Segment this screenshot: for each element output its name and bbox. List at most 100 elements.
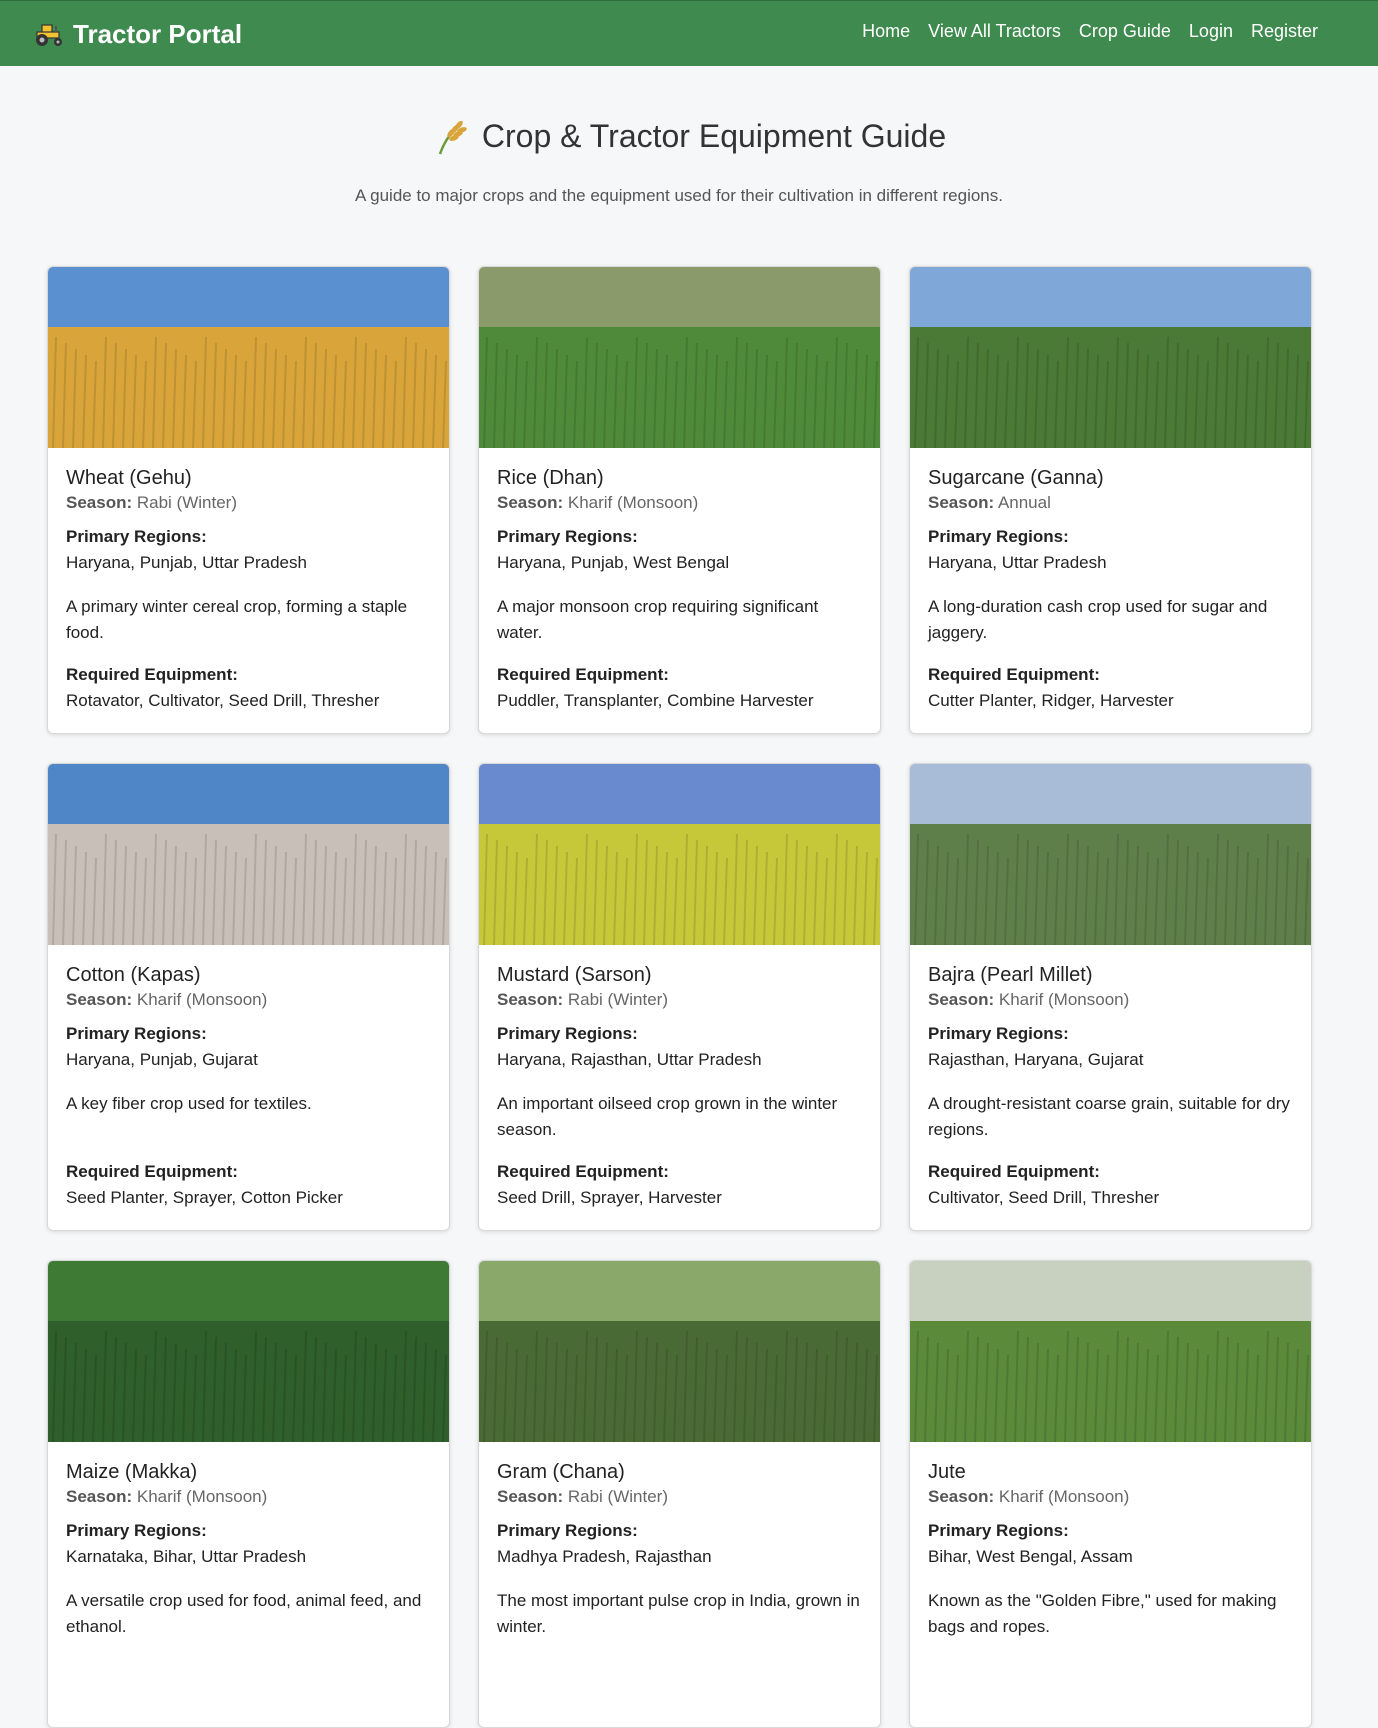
equipment-value: Puddler, Transplanter, Combine Harvester xyxy=(497,691,814,710)
equipment-value: Rotavator, Cultivator, Seed Drill, Thres… xyxy=(66,691,380,710)
page-subtitle: A guide to major crops and the equipment… xyxy=(355,186,1003,205)
regions-label: Primary Regions: xyxy=(497,1521,638,1540)
crop-season: Season: Rabi (Winter) xyxy=(497,989,862,1011)
season-value: Kharif (Monsoon) xyxy=(136,990,268,1009)
equipment-label: Required Equipment: xyxy=(928,665,1100,684)
nav-register-link[interactable]: Register xyxy=(1251,21,1318,42)
rice-stalk-icon xyxy=(438,120,467,155)
equipment-value: Cultivator, Seed Drill, Thresher xyxy=(928,1188,1160,1207)
season-label: Season: xyxy=(928,1487,995,1506)
regions-value: Haryana, Punjab, West Bengal xyxy=(497,553,730,572)
nav-login-link[interactable]: Login xyxy=(1189,21,1233,42)
brand-name: Tractor Portal xyxy=(73,18,243,49)
crop-description: A major monsoon crop requiring significa… xyxy=(497,597,819,642)
regions-value: Haryana, Rajasthan, Uttar Pradesh xyxy=(497,1050,762,1069)
season-value: Kharif (Monsoon) xyxy=(567,493,699,512)
cotton-plant-image xyxy=(48,764,449,945)
jute-field-image xyxy=(910,1261,1311,1442)
crop-name: Mustard (Sarson) xyxy=(497,964,652,986)
crop-season: Season: Kharif (Monsoon) xyxy=(66,1486,431,1508)
regions-label: Primary Regions: xyxy=(66,527,207,546)
crop-season: Season: Kharif (Monsoon) xyxy=(928,1486,1293,1508)
crop-name: Cotton (Kapas) xyxy=(66,964,201,986)
rice-paddy-image xyxy=(479,267,880,448)
equipment-value: Seed Drill, Sprayer, Harvester xyxy=(497,1188,722,1207)
season-label: Season: xyxy=(66,1487,133,1506)
crop-card-body: Maize (Makka) Season: Kharif (Monsoon) P… xyxy=(48,1442,449,1640)
sugarcane-field-image xyxy=(910,267,1311,448)
crop-name: Wheat (Gehu) xyxy=(66,467,192,489)
crop-card: Mustard (Sarson) Season: Rabi (Winter) P… xyxy=(478,763,881,1231)
regions-value: Bihar, West Bengal, Assam xyxy=(928,1547,1133,1566)
pearl-millet-image xyxy=(910,764,1311,945)
crop-card: Maize (Makka) Season: Kharif (Monsoon) P… xyxy=(47,1260,450,1728)
regions-value: Rajasthan, Haryana, Gujarat xyxy=(928,1050,1144,1069)
crop-description: An important oilseed crop grown in the w… xyxy=(497,1094,838,1139)
gram-field-image xyxy=(479,1261,880,1442)
crop-description: A long-duration cash crop used for sugar… xyxy=(928,597,1268,642)
season-value: Kharif (Monsoon) xyxy=(998,990,1130,1009)
top-navbar: Tractor Portal Home View All Tractors Cr… xyxy=(0,0,1378,66)
crop-card: Wheat (Gehu) Season: Rabi (Winter) Prima… xyxy=(47,266,450,734)
crop-season: Season: Rabi (Winter) xyxy=(66,492,431,514)
regions-label: Primary Regions: xyxy=(66,1521,207,1540)
mustard-field-image xyxy=(479,764,880,945)
equipment-value: Seed Planter, Sprayer, Cotton Picker xyxy=(66,1188,343,1207)
equipment-label: Required Equipment: xyxy=(66,665,238,684)
page-title: Crop & Tractor Equipment Guide xyxy=(0,116,1378,156)
crop-description: Known as the "Golden Fibre," used for ma… xyxy=(928,1591,1277,1636)
crop-name: Jute xyxy=(928,1461,966,1483)
wheat-field-image xyxy=(48,267,449,448)
regions-value: Haryana, Uttar Pradesh xyxy=(928,553,1107,572)
season-value: Kharif (Monsoon) xyxy=(998,1487,1130,1506)
crop-season: Season: Kharif (Monsoon) xyxy=(497,492,862,514)
regions-value: Haryana, Punjab, Uttar Pradesh xyxy=(66,553,307,572)
season-label: Season: xyxy=(497,493,564,512)
regions-label: Primary Regions: xyxy=(928,527,1069,546)
crop-description: The most important pulse crop in India, … xyxy=(497,1591,860,1636)
season-label: Season: xyxy=(928,990,995,1009)
season-label: Season: xyxy=(66,990,133,1009)
regions-label: Primary Regions: xyxy=(928,1024,1069,1043)
crop-card: Cotton (Kapas) Season: Kharif (Monsoon) … xyxy=(47,763,450,1231)
nav-all-tractors-link[interactable]: View All Tractors xyxy=(928,21,1061,42)
crop-card-body: Gram (Chana) Season: Rabi (Winter) Prima… xyxy=(479,1442,880,1640)
crop-card: Sugarcane (Ganna) Season: Annual Primary… xyxy=(909,266,1312,734)
crop-card-body: Sugarcane (Ganna) Season: Annual Primary… xyxy=(910,448,1311,714)
regions-value: Karnataka, Bihar, Uttar Pradesh xyxy=(66,1547,307,1566)
nav-home-link[interactable]: Home xyxy=(862,21,910,42)
brand-logo[interactable]: Tractor Portal xyxy=(33,18,242,50)
nav-links: Home View All Tractors Crop Guide Login … xyxy=(862,21,1318,42)
season-value: Rabi (Winter) xyxy=(567,990,668,1009)
crop-name: Gram (Chana) xyxy=(497,1461,625,1483)
season-label: Season: xyxy=(497,1487,564,1506)
regions-label: Primary Regions: xyxy=(928,1521,1069,1540)
crop-card-body: Mustard (Sarson) Season: Rabi (Winter) P… xyxy=(479,945,880,1211)
equipment-label: Required Equipment: xyxy=(497,665,669,684)
crop-grid: Wheat (Gehu) Season: Rabi (Winter) Prima… xyxy=(47,266,1312,1728)
crop-season: Season: Rabi (Winter) xyxy=(497,1486,862,1508)
crop-card-body: Cotton (Kapas) Season: Kharif (Monsoon) … xyxy=(48,945,449,1211)
regions-label: Primary Regions: xyxy=(66,1024,207,1043)
regions-value: Haryana, Punjab, Gujarat xyxy=(66,1050,258,1069)
crop-name: Maize (Makka) xyxy=(66,1461,198,1483)
regions-label: Primary Regions: xyxy=(497,1024,638,1043)
crop-description: A key fiber crop used for textiles. xyxy=(66,1094,312,1113)
regions-label: Primary Regions: xyxy=(497,527,638,546)
season-value: Annual xyxy=(997,493,1051,512)
crop-card-body: Rice (Dhan) Season: Kharif (Monsoon) Pri… xyxy=(479,448,880,714)
season-value: Rabi (Winter) xyxy=(136,493,237,512)
nav-crop-guide-link[interactable]: Crop Guide xyxy=(1079,21,1171,42)
crop-name: Rice (Dhan) xyxy=(497,467,604,489)
crop-season: Season: Annual xyxy=(928,492,1293,514)
crop-card-body: Wheat (Gehu) Season: Rabi (Winter) Prima… xyxy=(48,448,449,714)
crop-card: Bajra (Pearl Millet) Season: Kharif (Mon… xyxy=(909,763,1312,1231)
crop-name: Sugarcane (Ganna) xyxy=(928,467,1104,489)
maize-field-image xyxy=(48,1261,449,1442)
equipment-label: Required Equipment: xyxy=(928,1162,1100,1181)
crop-card: Jute Season: Kharif (Monsoon) Primary Re… xyxy=(909,1260,1312,1728)
season-value: Kharif (Monsoon) xyxy=(136,1487,268,1506)
tractor-icon xyxy=(36,24,62,46)
season-label: Season: xyxy=(66,493,133,512)
crop-description: A primary winter cereal crop, forming a … xyxy=(66,597,408,642)
